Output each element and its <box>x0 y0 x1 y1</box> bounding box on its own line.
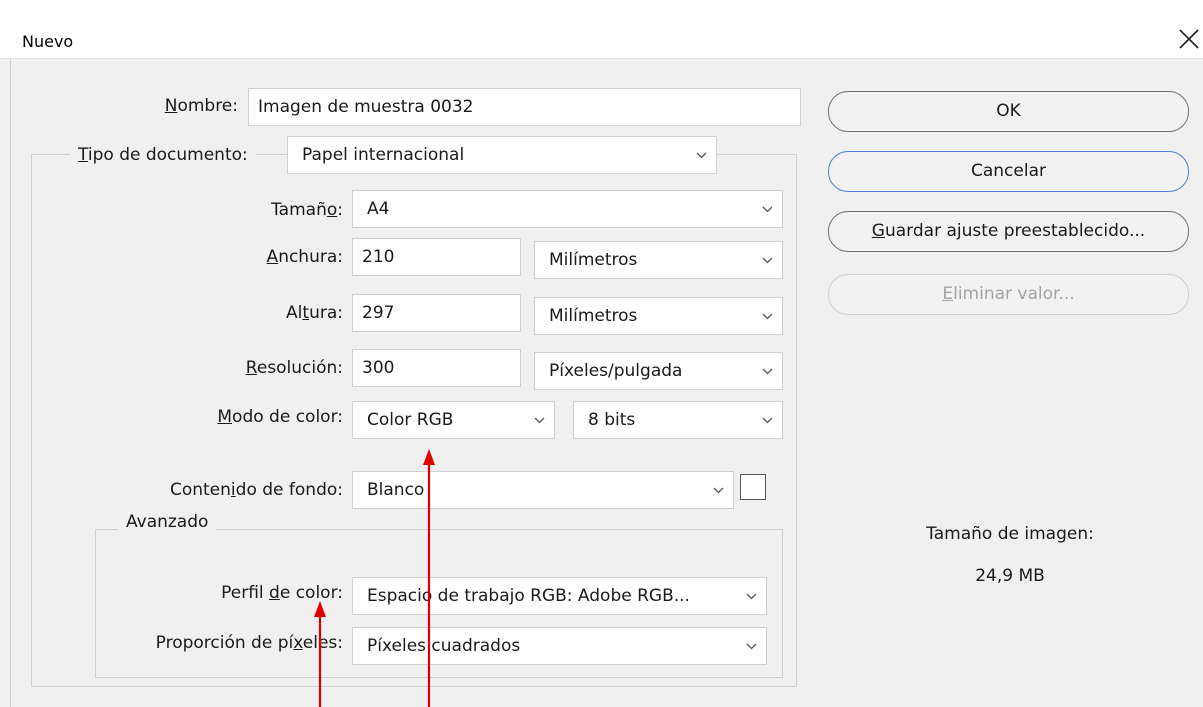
pixel-aspect-label: Proporción de píxeles: <box>156 631 343 655</box>
color-profile-label: Perfil de color: <box>221 581 343 605</box>
color-mode-dropdown[interactable]: Color RGB <box>352 401 555 439</box>
advanced-legend: Avanzado <box>118 510 217 534</box>
title-bar: Nuevo <box>0 0 1203 59</box>
resolution-input[interactable]: 300 <box>352 349 521 387</box>
close-icon[interactable] <box>1176 26 1202 52</box>
size-label: Tamaño: <box>271 198 343 222</box>
size-label-end: : <box>337 200 343 220</box>
resolution-label: Resolución: <box>246 356 343 380</box>
name-label-mnemonic: N <box>164 96 178 116</box>
pixel-aspect-label-start: Proporción de pí <box>155 633 294 653</box>
height-label-end: ura: <box>309 303 343 323</box>
color-profile-dropdown[interactable]: Espacio de trabajo RGB: Adobe RGB... <box>352 577 767 615</box>
height-label-start: Al <box>286 303 303 323</box>
color-profile-value: Espacio de trabajo RGB: Adobe RGB... <box>367 586 690 606</box>
name-input[interactable]: Imagen de muestra 0032 <box>248 88 801 126</box>
image-size-label: Tamaño de imagen: <box>926 524 1094 544</box>
color-mode-label: Modo de color: <box>217 405 343 429</box>
delete-value-rest: liminar valor... <box>953 284 1075 304</box>
background-label: Contenido de fondo: <box>170 478 343 502</box>
size-label-start: Tamañ <box>271 200 327 220</box>
color-profile-label-end: e color: <box>279 583 343 603</box>
color-mode-value: Color RGB <box>367 410 454 430</box>
height-unit-value: Milímetros <box>549 306 638 326</box>
cancel-button[interactable]: Cancelar <box>828 151 1189 192</box>
ok-button[interactable]: OK <box>828 91 1189 132</box>
color-mode-label-rest: odo de color: <box>232 407 343 427</box>
size-label-mnemonic: o <box>326 200 338 220</box>
resolution-label-rest: esolución: <box>256 358 343 378</box>
width-label-mnemonic: A <box>266 247 279 267</box>
document-type-value: Papel internacional <box>302 145 465 165</box>
document-type-label-rest: ipo de documento: <box>87 145 248 165</box>
background-dropdown[interactable]: Blanco <box>352 471 734 509</box>
color-mode-label-mnemonic: M <box>217 407 233 427</box>
image-size-value: 24,9 MB <box>975 566 1045 586</box>
chevron-down-icon <box>762 206 773 213</box>
height-label: Altura: <box>286 301 343 325</box>
delete-value-mnemonic: E <box>942 284 954 304</box>
width-label-rest: nchura: <box>278 247 343 267</box>
background-color-swatch[interactable] <box>740 474 766 500</box>
height-unit-dropdown[interactable]: Milímetros <box>534 297 783 335</box>
bit-depth-value: 8 bits <box>588 410 636 430</box>
height-input[interactable]: 297 <box>352 294 521 332</box>
chevron-down-icon <box>713 487 724 494</box>
dialog-title: Nuevo <box>22 32 74 51</box>
size-dropdown[interactable]: A4 <box>352 190 783 228</box>
bit-depth-dropdown[interactable]: 8 bits <box>573 401 783 439</box>
chevron-down-icon <box>762 417 773 424</box>
document-type-dropdown[interactable]: Papel internacional <box>287 136 717 174</box>
resolution-unit-value: Píxeles/pulgada <box>549 361 683 381</box>
document-type-label: Tipo de documento: <box>70 143 256 167</box>
pixel-aspect-dropdown[interactable]: Píxeles cuadrados <box>352 627 767 665</box>
pixel-aspect-label-mnemonic: x <box>293 633 303 653</box>
chevron-down-icon <box>534 417 545 424</box>
width-unit-value: Milímetros <box>549 250 638 270</box>
background-label-start: Conten <box>169 480 231 500</box>
save-preset-mnemonic: G <box>871 221 885 241</box>
width-unit-dropdown[interactable]: Milímetros <box>534 241 783 279</box>
color-profile-label-start: Perfil <box>221 583 270 603</box>
pixel-aspect-label-end: eles: <box>302 633 343 653</box>
resolution-unit-dropdown[interactable]: Píxeles/pulgada <box>534 352 783 390</box>
background-value: Blanco <box>367 480 425 500</box>
width-label: Anchura: <box>267 245 343 269</box>
color-profile-label-mnemonic: d <box>269 583 280 603</box>
chevron-down-icon <box>762 313 773 320</box>
save-preset-button[interactable]: Guardar ajuste preestablecido... <box>828 211 1189 252</box>
chevron-down-icon <box>746 593 757 600</box>
chevron-down-icon <box>696 152 707 159</box>
name-label: Nombre: <box>165 94 238 118</box>
save-preset-rest: uardar ajuste preestablecido... <box>884 221 1146 241</box>
delete-value-button[interactable]: Eliminar valor... <box>828 274 1189 315</box>
background-label-end: do de fondo: <box>235 480 343 500</box>
size-value: A4 <box>367 199 390 219</box>
resolution-label-mnemonic: R <box>245 358 257 378</box>
width-input[interactable]: 210 <box>352 238 521 276</box>
name-label-rest: ombre: <box>177 96 238 116</box>
chevron-down-icon <box>746 643 757 650</box>
chevron-down-icon <box>762 257 773 264</box>
document-type-mnemonic: T <box>78 145 88 165</box>
chevron-down-icon <box>762 368 773 375</box>
new-document-dialog: Nuevo Nombre: Imagen de muestra 0032 Tip… <box>0 0 1203 707</box>
pixel-aspect-value: Píxeles cuadrados <box>367 636 521 656</box>
